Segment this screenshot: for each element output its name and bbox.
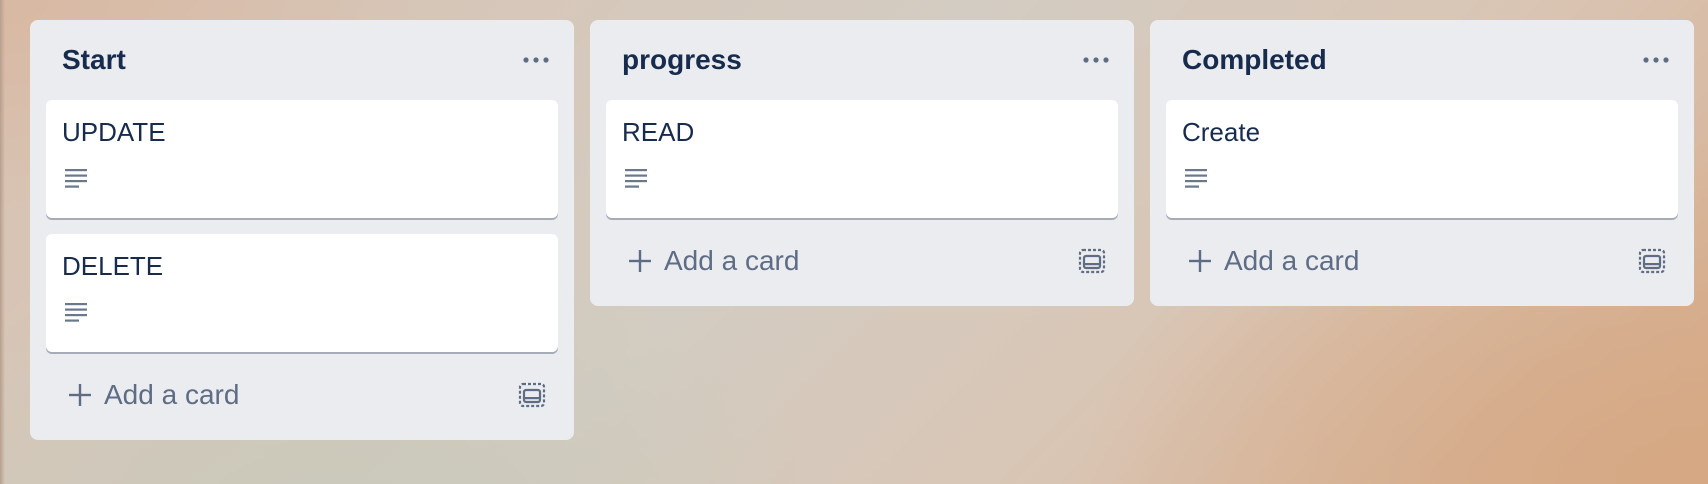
add-card-button[interactable]: Add a card (606, 235, 813, 287)
description-icon (625, 169, 647, 188)
more-horizontal-icon (523, 57, 549, 63)
list-menu-button[interactable] (1074, 38, 1118, 82)
add-card-button[interactable]: Add a card (1166, 235, 1373, 287)
card-title: UPDATE (62, 117, 166, 147)
card-list: UPDATE DELETE (46, 100, 558, 352)
description-icon (65, 303, 87, 322)
card-list: Create (1166, 100, 1678, 218)
plus-icon (629, 250, 651, 272)
list-header: Completed (1166, 20, 1678, 100)
board: Start UPDATE DELETE Add a card progress … (30, 20, 1694, 440)
list-menu-button[interactable] (514, 38, 558, 82)
list-menu-button[interactable] (1634, 38, 1678, 82)
add-card-label: Add a card (1224, 245, 1360, 276)
more-horizontal-icon (1643, 57, 1669, 63)
card-title: Create (1182, 117, 1261, 147)
list-title[interactable]: Completed (1182, 44, 1327, 76)
list-footer: Add a card (46, 362, 558, 428)
card-delete[interactable]: DELETE (46, 234, 558, 352)
list-footer: Add a card (1166, 228, 1678, 294)
list-footer: Add a card (606, 228, 1118, 294)
list-start: Start UPDATE DELETE Add a card (30, 20, 574, 440)
card-list: READ (606, 100, 1118, 218)
list-title[interactable]: progress (622, 44, 742, 76)
create-from-template-button[interactable] (1628, 237, 1676, 285)
card-create[interactable]: Create (1166, 100, 1678, 218)
description-icon (65, 169, 87, 188)
list-completed: Completed Create Add a card (1150, 20, 1694, 306)
create-from-template-button[interactable] (508, 371, 556, 419)
card-template-icon (1078, 248, 1106, 274)
list-progress: progress READ Add a card (590, 20, 1134, 306)
add-card-button[interactable]: Add a card (46, 369, 253, 421)
card-template-icon (518, 382, 546, 408)
card-title: READ (622, 117, 695, 147)
list-title[interactable]: Start (62, 44, 126, 76)
card-read[interactable]: READ (606, 100, 1118, 218)
create-from-template-button[interactable] (1068, 237, 1116, 285)
more-horizontal-icon (1083, 57, 1109, 63)
card-template-icon (1638, 248, 1666, 274)
window-edge (0, 0, 5, 484)
plus-icon (1189, 250, 1211, 272)
card-title: DELETE (62, 251, 164, 281)
list-header: Start (46, 20, 558, 100)
description-icon (1185, 169, 1207, 188)
plus-icon (69, 384, 91, 406)
add-card-label: Add a card (104, 379, 240, 410)
add-card-label: Add a card (664, 245, 800, 276)
card-update[interactable]: UPDATE (46, 100, 558, 218)
list-header: progress (606, 20, 1118, 100)
